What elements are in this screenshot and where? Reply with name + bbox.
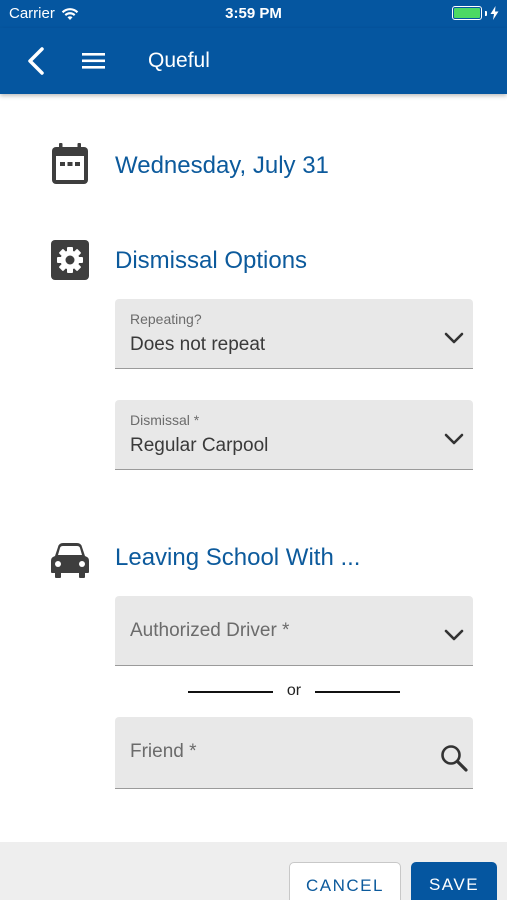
gear-icon [51,240,89,280]
battery-icon [452,6,482,20]
selected-date: Wednesday, July 31 [115,152,329,179]
authorized-driver-placeholder: Authorized Driver * [130,620,290,641]
separator-line-right [315,691,400,693]
authorized-driver-select[interactable]: Authorized Driver * [115,596,473,666]
chevron-down-icon [444,629,464,641]
repeating-label: Repeating? [130,311,202,327]
chevron-left-icon [28,47,44,75]
chevron-down-icon [444,433,464,445]
dismissal-select[interactable]: Dismissal * Regular Carpool [115,400,473,470]
repeating-value: Does not repeat [130,334,266,355]
or-separator: or [188,680,400,704]
chevron-down-icon [444,332,464,344]
menu-button[interactable] [80,48,108,74]
save-button[interactable]: SAVE [411,862,497,900]
repeating-select[interactable]: Repeating? Does not repeat [115,299,473,369]
charging-bolt-icon [490,6,499,20]
friend-placeholder: Friend * [130,741,197,762]
leaving-school-title: Leaving School With ... [115,544,361,571]
battery-tip [485,10,487,16]
dismissal-label: Dismissal * [130,412,200,428]
car-icon [51,543,89,578]
calendar-icon [52,143,88,184]
dismissal-options-title: Dismissal Options [115,247,308,274]
status-time: 3:59 PM [225,5,282,22]
hamburger-icon [82,53,105,69]
app-title: Queful [148,49,210,72]
cancel-button[interactable]: CANCEL [289,862,401,900]
search-icon[interactable] [439,743,469,773]
footer-bar: CANCEL SAVE [0,842,507,900]
status-bar: Carrier 3:59 PM [0,0,507,28]
battery-indicator [452,6,499,20]
dismissal-value: Regular Carpool [130,435,269,456]
battery-fill [454,8,480,18]
back-button[interactable] [22,45,52,77]
friend-search-field[interactable]: Friend * [115,717,473,789]
app-header: Queful [0,28,507,94]
